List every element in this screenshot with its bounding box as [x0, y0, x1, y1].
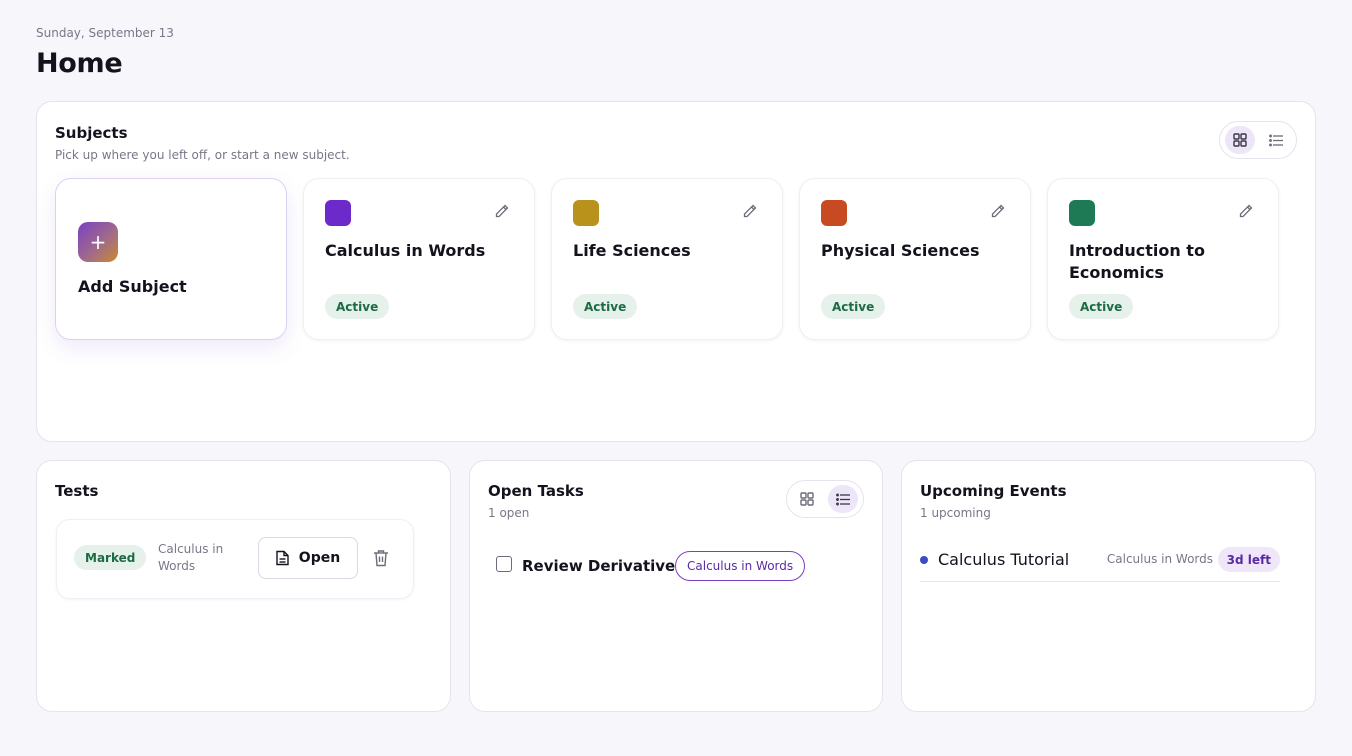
subject-name: Life Sciences [573, 241, 691, 260]
task-name: Review Derivatives [522, 557, 685, 575]
tests-panel: Tests Marked Calculus in Words Open [36, 460, 451, 712]
event-name: Calculus Tutorial [938, 550, 1070, 569]
status-badge: Active [325, 294, 390, 319]
subject-color-swatch [325, 200, 351, 226]
subject-color-swatch [1069, 200, 1095, 226]
grid-view-button[interactable] [792, 485, 822, 513]
list-view-button[interactable] [1261, 126, 1291, 154]
grid-icon [1233, 133, 1247, 147]
task-subject-tag[interactable]: Calculus in Words [675, 551, 806, 581]
open-test-button[interactable]: Open [258, 537, 358, 579]
subjects-subtitle: Pick up where you left off, or start a n… [55, 148, 350, 162]
subject-color-swatch [573, 200, 599, 226]
event-subject: Calculus in Words [1106, 552, 1213, 566]
event-dot [920, 556, 928, 564]
pencil-icon[interactable] [990, 203, 1006, 219]
add-subject-card[interactable]: + Add Subject [55, 178, 287, 340]
trash-icon[interactable] [373, 549, 389, 567]
task-checkbox[interactable] [496, 556, 512, 572]
upcoming-events-panel: Upcoming Events 1 upcoming Calculus Tuto… [901, 460, 1316, 712]
status-badge: Active [573, 294, 638, 319]
subjects-view-toggle [1219, 121, 1297, 159]
tasks-view-toggle [786, 480, 864, 518]
test-subject: Calculus in Words [158, 542, 224, 573]
add-subject-label: Add Subject [78, 277, 187, 296]
document-icon [276, 550, 289, 566]
status-badge: Active [1069, 294, 1134, 319]
grid-view-button[interactable] [1225, 126, 1255, 154]
event-row[interactable]: Calculus Tutorial Calculus in Words 3d l… [920, 545, 1280, 582]
subjects-title: Subjects [55, 124, 128, 142]
tasks-title: Open Tasks [488, 482, 584, 500]
home-page: Sunday, September 13 Home Subjects Pick … [0, 0, 1352, 756]
subject-name: Calculus in Words [325, 241, 486, 260]
plus-icon: + [78, 222, 118, 262]
subject-name: Introduction to Economics [1069, 241, 1205, 282]
status-badge: Active [821, 294, 886, 319]
test-row: Marked Calculus in Words Open [56, 519, 414, 599]
subject-color-swatch [821, 200, 847, 226]
list-icon [835, 493, 850, 505]
subject-card-life-sciences[interactable]: Life Sciences Active [551, 178, 783, 340]
open-tasks-panel: Open Tasks 1 open Review Derivatives Cal… [469, 460, 883, 712]
open-button-label: Open [298, 550, 341, 566]
list-icon [1268, 134, 1283, 146]
events-title: Upcoming Events [920, 482, 1067, 500]
pencil-icon[interactable] [1238, 203, 1254, 219]
grid-icon [800, 492, 814, 506]
current-date: Sunday, September 13 [36, 26, 174, 40]
tasks-count: 1 open [488, 506, 530, 520]
page-title: Home [36, 48, 123, 79]
subject-card-economics[interactable]: Introduction to Economics Active [1047, 178, 1279, 340]
subject-card-calculus[interactable]: Calculus in Words Active [303, 178, 535, 340]
subject-name: Physical Sciences [821, 241, 980, 260]
test-status-badge: Marked [74, 545, 147, 570]
time-left-badge: 3d left [1217, 547, 1280, 572]
list-view-button[interactable] [828, 485, 858, 513]
pencil-icon[interactable] [742, 203, 758, 219]
events-count: 1 upcoming [920, 506, 991, 520]
pencil-icon[interactable] [494, 203, 510, 219]
tests-title: Tests [55, 482, 99, 500]
subject-card-physical-sciences[interactable]: Physical Sciences Active [799, 178, 1031, 340]
